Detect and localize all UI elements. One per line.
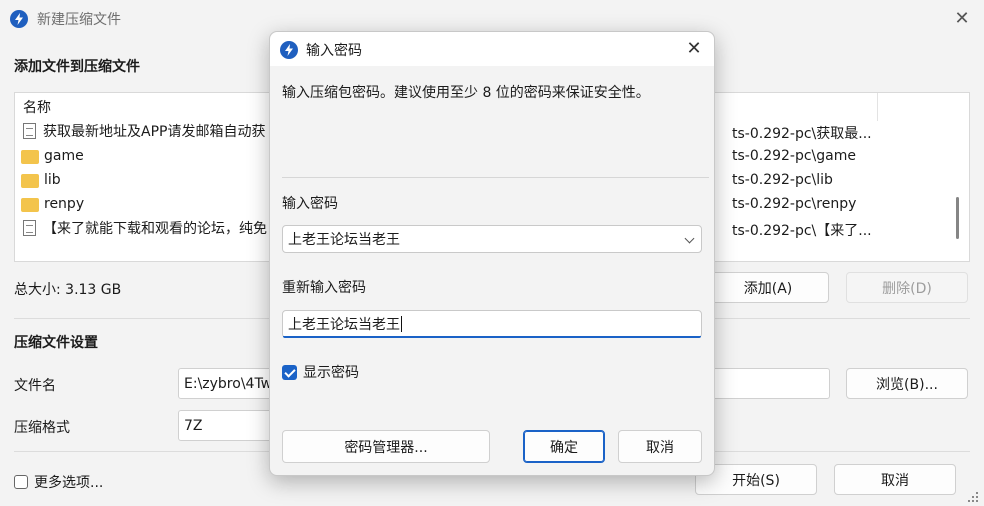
reenter-value: 上老王论坛当老王 [288, 317, 400, 333]
file-name: lib [44, 172, 61, 188]
dialog-app-icon [280, 41, 298, 59]
document-icon [23, 123, 36, 139]
main-cancel-button[interactable]: 取消 [834, 464, 956, 495]
dialog-close-icon[interactable]: ✕ [684, 40, 704, 58]
file-path: ts-0.292-pc\【来了... [732, 223, 872, 239]
password-combobox[interactable]: 上老王论坛当老王 [282, 225, 702, 253]
reenter-label: 重新输入密码 [282, 280, 366, 296]
folder-icon [21, 198, 39, 212]
file-path: ts-0.292-pc\获取最... [732, 126, 872, 142]
document-icon [23, 220, 36, 236]
column-header-name[interactable]: 名称 [23, 97, 51, 117]
app-logo-icon [10, 10, 28, 28]
show-password-checkbox[interactable]: 显示密码 [282, 362, 359, 382]
add-files-heading: 添加文件到压缩文件 [14, 59, 140, 75]
list-item[interactable]: lib [21, 169, 61, 191]
format-label: 压缩格式 [14, 420, 70, 436]
file-path: ts-0.292-pc\renpy [732, 196, 857, 212]
add-button[interactable]: 添加(A) [707, 272, 829, 303]
format-select[interactable]: 7Z [178, 410, 278, 441]
file-name: 【来了就能下载和观看的论坛，纯免 [43, 221, 267, 237]
delete-button[interactable]: 删除(D) [846, 272, 968, 303]
chevron-down-icon[interactable] [684, 233, 695, 244]
list-item[interactable]: game [21, 145, 84, 167]
file-path: ts-0.292-pc\game [732, 148, 856, 164]
checkbox-checked-icon [282, 364, 297, 380]
reenter-password-input[interactable]: 上老王论坛当老王 [282, 310, 702, 338]
column-divider [877, 93, 878, 121]
password-value: 上老王论坛当老王 [288, 232, 400, 248]
total-size: 总大小: 3.13 GB [14, 282, 122, 298]
list-item[interactable]: 【来了就能下载和观看的论坛，纯免 [21, 217, 267, 239]
window-close-icon[interactable]: ✕ [952, 10, 972, 28]
scrollbar-thumb[interactable] [956, 197, 959, 239]
folder-icon [21, 174, 39, 188]
file-name: game [44, 148, 84, 164]
list-item[interactable]: renpy [21, 193, 84, 215]
dialog-description: 输入压缩包密码。建议使用至少 8 位的密码来保证安全性。 [282, 85, 650, 101]
filename-label: 文件名 [14, 378, 56, 394]
folder-icon [21, 150, 39, 164]
checkbox-icon [14, 475, 28, 489]
dialog-title: 输入密码 [306, 43, 362, 59]
more-options-label: 更多选项... [34, 475, 104, 491]
browse-button[interactable]: 浏览(B)... [846, 368, 968, 399]
password-manager-button[interactable]: 密码管理器... [282, 430, 490, 463]
dialog-cancel-button[interactable]: 取消 [618, 430, 702, 463]
ok-button[interactable]: 确定 [523, 430, 605, 463]
settings-heading: 压缩文件设置 [14, 335, 98, 351]
show-password-label: 显示密码 [303, 365, 359, 381]
file-name: renpy [44, 196, 85, 212]
text-caret [401, 316, 402, 332]
file-path: ts-0.292-pc\lib [732, 172, 833, 188]
resize-grip-icon[interactable] [968, 492, 978, 502]
password-label: 输入密码 [282, 196, 338, 212]
file-name: 获取最新地址及APP请发邮箱自动获 [43, 124, 266, 140]
password-dialog: 输入密码 ✕ 输入压缩包密码。建议使用至少 8 位的密码来保证安全性。 输入密码… [269, 31, 715, 476]
more-options-checkbox[interactable]: 更多选项... [14, 472, 103, 492]
focus-underline [283, 336, 701, 338]
list-item[interactable]: 获取最新地址及APP请发邮箱自动获 [21, 120, 265, 142]
divider [282, 177, 709, 178]
window-title: 新建压缩文件 [37, 12, 121, 28]
